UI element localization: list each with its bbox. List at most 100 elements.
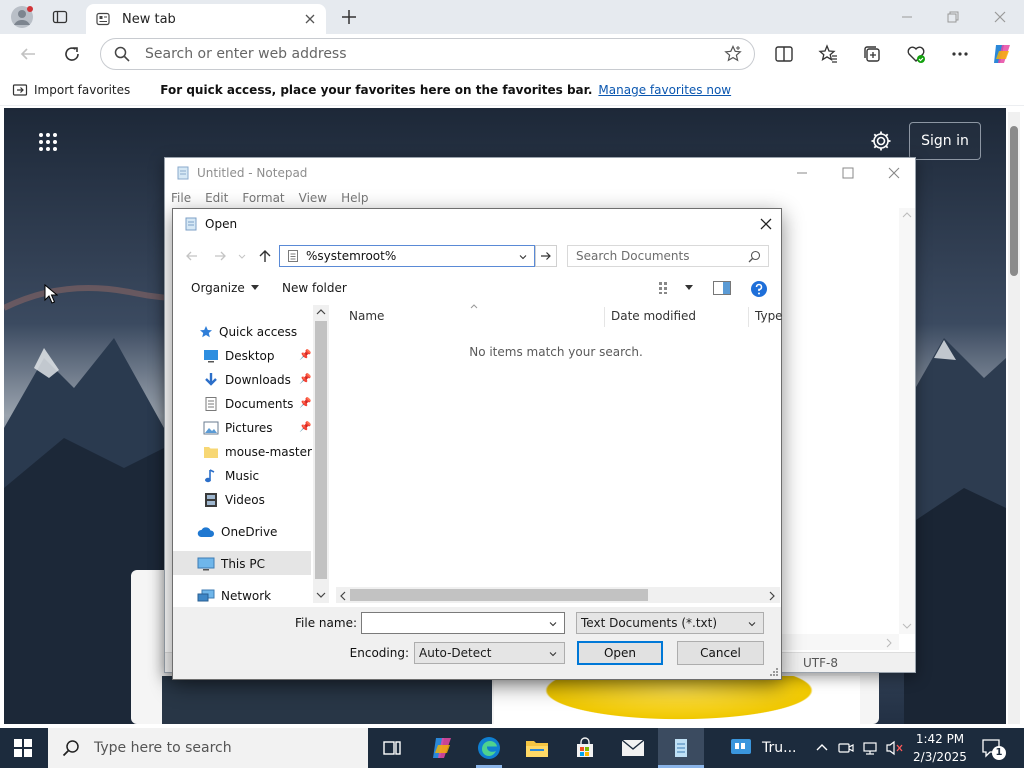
page-scrollbar-thumb[interactable] <box>1010 126 1018 276</box>
dialog-close-button[interactable] <box>759 217 773 231</box>
settings-more-button[interactable] <box>950 44 970 64</box>
dialog-forward-button[interactable] <box>213 249 227 263</box>
manage-favorites-link[interactable]: Manage favorites now <box>598 83 731 97</box>
help-button[interactable] <box>750 280 768 298</box>
resize-grip-icon[interactable] <box>769 667 779 677</box>
sign-in-button[interactable]: Sign in <box>909 122 981 160</box>
nav-pictures[interactable]: Pictures <box>203 416 273 440</box>
meet-now-icon[interactable] <box>838 740 854 756</box>
new-folder-button[interactable]: New folder <box>282 281 347 295</box>
column-header-name[interactable]: Name <box>349 305 384 327</box>
taskbar-search-box[interactable]: Type here to search <box>48 728 368 768</box>
volume-muted-icon[interactable] <box>886 740 904 756</box>
column-divider[interactable] <box>748 307 749 327</box>
nav-desktop[interactable]: Desktop <box>203 344 275 368</box>
menu-file[interactable]: File <box>171 191 191 205</box>
page-scrollbar[interactable] <box>1008 112 1020 724</box>
address-path-text[interactable]: %systemroot% <box>306 249 396 263</box>
taskbar-edge[interactable] <box>466 728 512 768</box>
restore-window-button[interactable] <box>946 10 960 24</box>
task-view-button[interactable] <box>369 728 415 768</box>
organize-button[interactable]: Organize <box>191 281 259 295</box>
file-type-select[interactable]: Text Documents (*.txt) <box>576 612 764 634</box>
change-view-button[interactable] <box>659 281 693 295</box>
column-header-date-modified[interactable]: Date modified <box>611 305 696 327</box>
nav-onedrive[interactable]: OneDrive <box>197 520 277 544</box>
address-bar[interactable] <box>100 38 755 70</box>
news-card-image[interactable] <box>494 676 860 724</box>
dialog-back-button[interactable] <box>185 249 199 263</box>
encoding-select[interactable]: Auto-Detect <box>414 642 565 664</box>
notepad-vertical-scrollbar[interactable] <box>899 208 915 634</box>
menu-help[interactable]: Help <box>341 191 368 205</box>
taskbar-copilot[interactable] <box>419 728 465 768</box>
profile-avatar[interactable] <box>10 5 34 29</box>
cancel-button[interactable]: Cancel <box>677 641 764 665</box>
refresh-button[interactable] <box>62 44 82 64</box>
menu-format[interactable]: Format <box>242 191 284 205</box>
back-button[interactable] <box>18 44 38 64</box>
page-settings-button[interactable] <box>870 130 892 152</box>
nav-pane-scrollbar-thumb[interactable] <box>315 321 327 579</box>
taskbar-mail[interactable] <box>610 728 656 768</box>
tab-new-tab[interactable]: New tab <box>86 4 326 34</box>
browser-essentials-button[interactable] <box>906 44 926 64</box>
nav-downloads[interactable]: Downloads <box>203 368 291 392</box>
open-button[interactable]: Open <box>577 641 663 665</box>
nav-pane-scrollbar[interactable] <box>313 305 329 603</box>
collections-button[interactable] <box>862 44 882 64</box>
pin-icon: 📌 <box>299 350 312 361</box>
chevron-down-icon <box>238 254 246 259</box>
file-name-input[interactable] <box>361 612 565 634</box>
nav-this-pc[interactable]: This PC <box>197 552 265 576</box>
nav-music[interactable]: Music <box>203 464 259 488</box>
horizontal-scrollbar-thumb[interactable] <box>350 589 648 601</box>
help-icon <box>751 281 767 297</box>
menu-edit[interactable]: Edit <box>205 191 228 205</box>
network-status-icon[interactable] <box>862 740 878 756</box>
taskbar-clock[interactable]: 1:42 PM 2/3/2025 <box>908 730 972 766</box>
taskbar-store[interactable] <box>562 728 608 768</box>
minimize-window-button[interactable] <box>900 10 914 24</box>
tab-actions-icon[interactable] <box>52 9 68 25</box>
start-button[interactable] <box>0 728 46 768</box>
column-divider[interactable] <box>604 307 605 327</box>
show-hidden-icons-button[interactable] <box>814 740 830 756</box>
copilot-button[interactable] <box>990 42 1014 66</box>
menu-view[interactable]: View <box>299 191 327 205</box>
chevron-down-icon[interactable] <box>518 252 528 262</box>
go-to-path-button[interactable] <box>535 245 557 267</box>
recent-locations-button[interactable] <box>237 251 247 261</box>
news-card-image[interactable] <box>162 676 492 724</box>
up-one-level-button[interactable] <box>257 248 273 264</box>
import-favorites-link[interactable]: Import favorites <box>34 83 130 97</box>
search-documents-box[interactable]: Search Documents <box>567 245 769 267</box>
nav-documents[interactable]: Documents <box>203 392 293 416</box>
close-tab-icon[interactable] <box>304 13 316 25</box>
split-screen-button[interactable] <box>774 44 794 64</box>
address-input[interactable] <box>145 46 724 62</box>
apps-grid-button[interactable] <box>38 132 58 152</box>
chevron-down-icon[interactable] <box>548 619 558 629</box>
nav-videos[interactable]: Videos <box>203 488 265 512</box>
notepad-close-button[interactable] <box>887 166 901 180</box>
close-window-button[interactable] <box>993 10 1007 24</box>
taskbar-notepad[interactable] <box>658 728 704 768</box>
notepad-horizontal-scrollbar[interactable] <box>781 634 899 650</box>
new-tab-button[interactable] <box>340 8 358 26</box>
notification-center-button[interactable]: 1 <box>982 738 1006 760</box>
taskbar-app-tru[interactable]: Tru... <box>722 728 802 768</box>
column-header-type[interactable]: Type <box>755 305 783 327</box>
favorites-button[interactable] <box>818 44 838 64</box>
nav-quick-access[interactable]: Quick access <box>199 320 297 344</box>
nav-mouse-master[interactable]: mouse-master <box>203 440 312 464</box>
favorite-star-icon[interactable] <box>724 45 742 63</box>
address-path-box[interactable]: %systemroot% <box>279 245 535 267</box>
file-list-horizontal-scrollbar[interactable] <box>336 587 780 603</box>
notepad-minimize-button[interactable] <box>795 166 809 180</box>
notepad-maximize-button[interactable] <box>841 166 855 180</box>
nav-network[interactable]: Network <box>197 584 271 608</box>
taskbar-file-explorer[interactable] <box>514 728 560 768</box>
preview-pane-button[interactable] <box>713 281 731 295</box>
minimize-icon <box>797 172 807 174</box>
